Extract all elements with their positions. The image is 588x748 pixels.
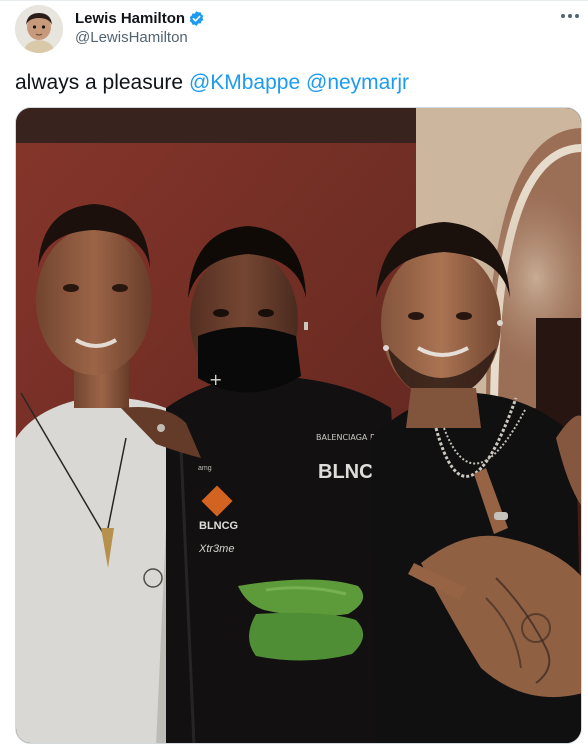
avatar[interactable]: [15, 5, 63, 53]
author-handle[interactable]: @LewisHamilton: [75, 29, 188, 46]
more-dots-icon[interactable]: [556, 6, 584, 26]
mention-link-neymarjr[interactable]: @neymarjr: [306, 71, 409, 94]
tweet-text: always a pleasure @KMbappe @neymarjr: [15, 70, 409, 96]
baby-photo-avatar-icon: [15, 5, 63, 53]
mention-link-kmbappe[interactable]: @KMbappe: [189, 71, 300, 94]
author-display-name[interactable]: Lewis Hamilton: [75, 10, 185, 27]
tweet-photo[interactable]: + BALENCIAGA PARIS BLNC BLNCG Xtr3me amg: [15, 107, 582, 744]
verified-badge-icon: [189, 10, 204, 26]
tweet-text-segment: always a pleasure: [15, 71, 189, 94]
top-divider: [0, 0, 588, 1]
